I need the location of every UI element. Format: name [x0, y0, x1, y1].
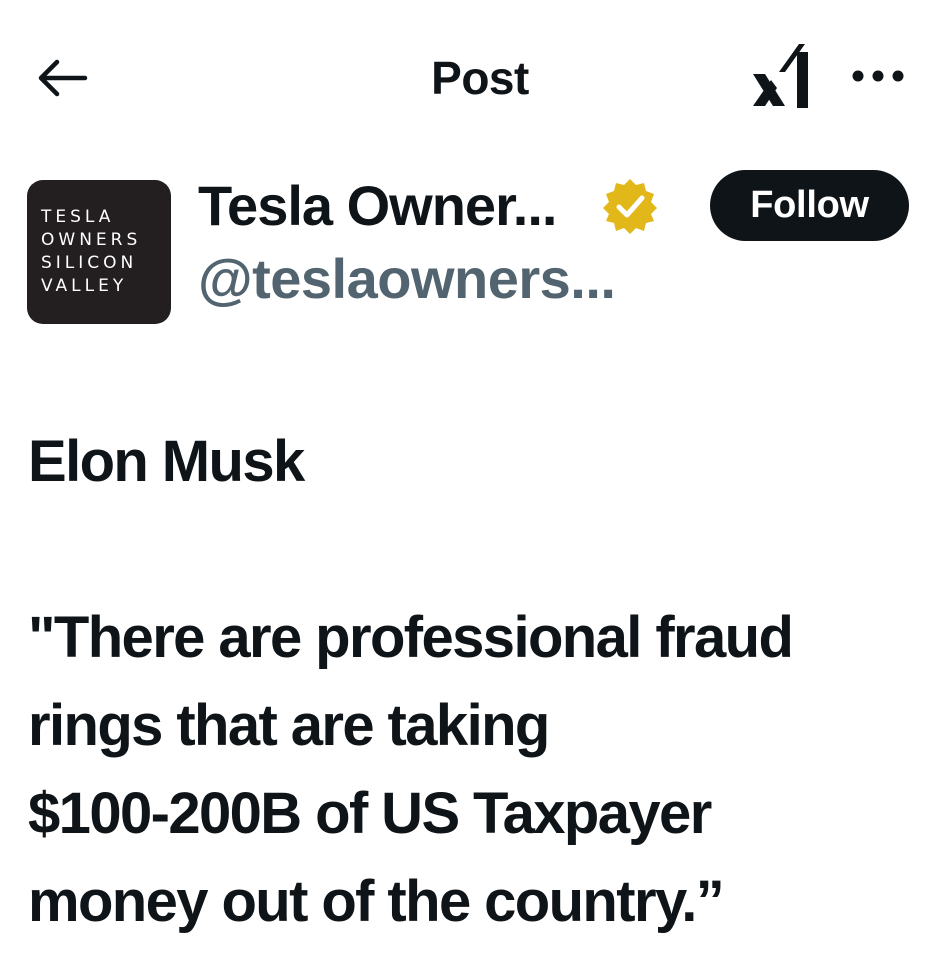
arrow-left-icon: [38, 59, 88, 97]
post-text-line: money out of the country.”: [28, 869, 725, 934]
avatar-text: SILICON: [41, 253, 138, 273]
back-button[interactable]: [28, 48, 94, 108]
avatar-text: VALLEY: [41, 276, 128, 296]
more-horizontal-icon: [852, 70, 904, 82]
avatar[interactable]: TESLA OWNERS SILICON VALLEY: [27, 180, 171, 324]
post-text: Elon Musk "There are professional fraud …: [28, 418, 933, 946]
page-title-text: Post: [431, 52, 529, 104]
post-blank-line: [28, 506, 933, 594]
verified-badge-icon: [603, 179, 657, 234]
avatar-text: TESLA: [41, 207, 115, 227]
more-options-button[interactable]: [842, 52, 914, 100]
follow-button[interactable]: Follow: [710, 170, 909, 241]
post-text-line: Elon Musk: [28, 429, 305, 494]
avatar-text: OWNERS: [41, 230, 142, 250]
top-bar: Post: [0, 0, 940, 150]
grok-button[interactable]: [744, 38, 820, 118]
post-text-line: rings that are taking: [28, 693, 550, 758]
author-display-name[interactable]: Tesla Owner...: [198, 175, 557, 237]
author-handle[interactable]: @teslaowners...: [198, 248, 616, 310]
xai-logo-icon: [753, 44, 808, 108]
post-text-line: $100-200B of US Taxpayer: [28, 781, 712, 846]
post-text-line: "There are professional fraud: [28, 605, 794, 670]
